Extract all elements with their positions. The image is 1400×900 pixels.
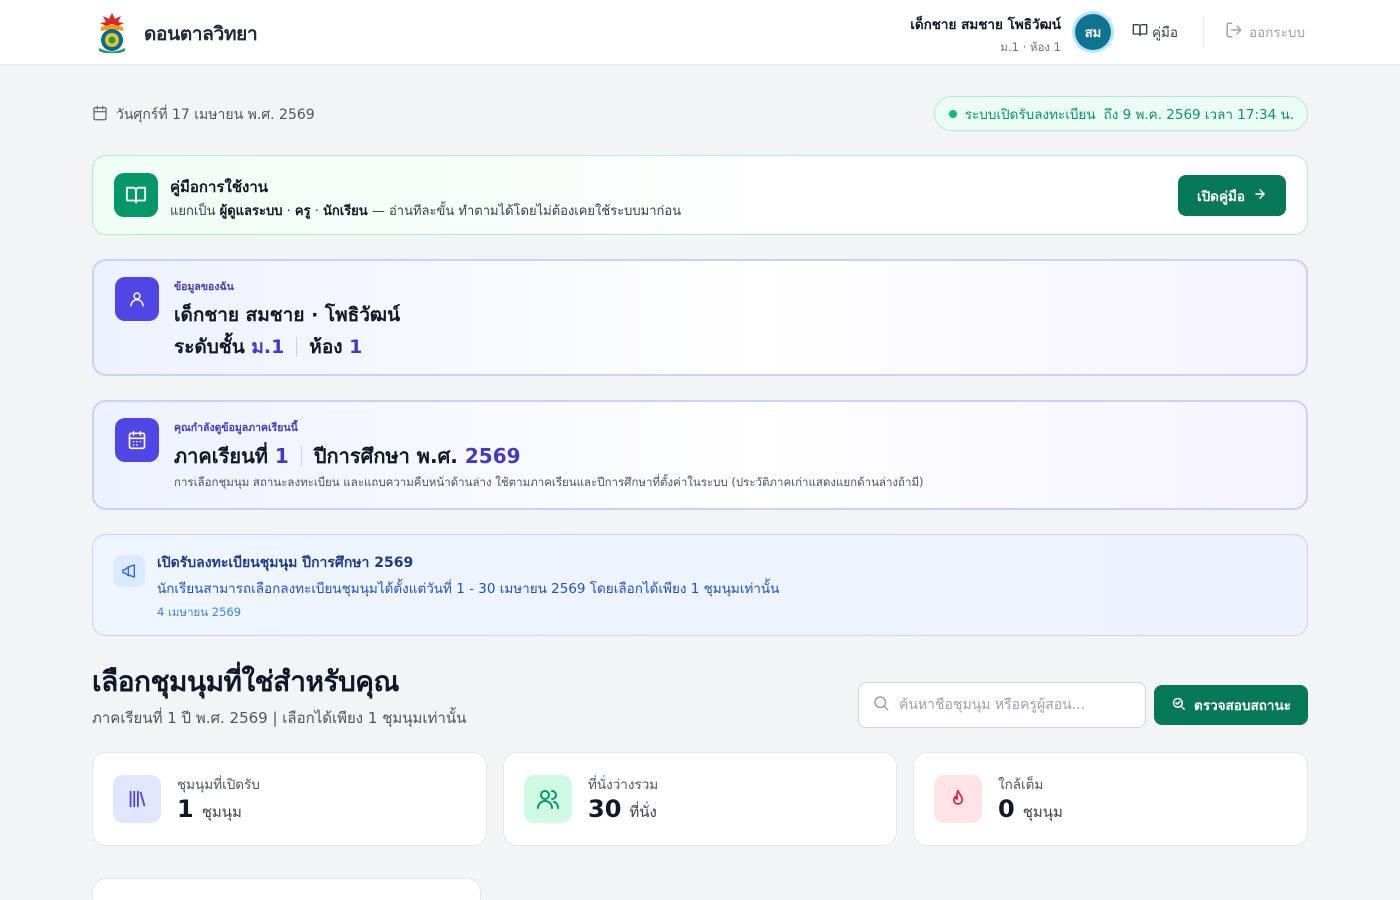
open-manual-button[interactable]: เปิดคู่มือ — [1178, 175, 1286, 216]
separator — [300, 446, 302, 466]
year-value: 2569 — [464, 444, 521, 468]
header-divider — [1203, 16, 1204, 48]
stat-label: ที่นั่งว่างรวม — [588, 777, 659, 793]
term-value: 1 — [274, 444, 289, 468]
library-icon — [113, 775, 161, 823]
check-status-label: ตรวจสอบสถานะ — [1194, 698, 1291, 714]
brand-name[interactable]: ดอนตาลวิทยา — [144, 19, 258, 49]
book-icon — [1132, 22, 1148, 42]
room-label: ห้อง — [309, 336, 343, 358]
stat-unit: ที่นั่ง — [629, 803, 657, 821]
status-deadline: ถึง 9 พ.ค. 2569 เวลา 17:34 น. — [1103, 106, 1294, 123]
announcement-body: นักเรียนสามารถเลือกลงทะเบียนชุมนุมได้ตั้… — [157, 581, 780, 597]
level-label: ระดับชั้น — [174, 336, 245, 358]
header-manual-link[interactable]: คู่มือ — [1132, 21, 1178, 43]
term-note: การเลือกชุมนุม สถานะลงทะเบียน และแถบความ… — [174, 475, 924, 489]
stat-available-seats: ที่นั่งว่างรวม 30 ที่นั่ง — [503, 752, 897, 846]
stat-label: ชุมนุมที่เปิดรับ — [177, 777, 260, 793]
year-label: ปีการศึกษา พ.ศ. — [313, 444, 458, 468]
arrow-right-icon — [1253, 187, 1267, 204]
megaphone-icon — [113, 555, 145, 587]
stat-almost-full: ใกล้เต็ม 0 ชุมนุม — [913, 752, 1308, 846]
announcement-title: เปิดรับลงทะเบียนชุมนุม ปีการศึกษา 2569 — [157, 555, 414, 571]
profile-level-room: ระดับชั้น ม.1 ห้อง 1 — [174, 332, 362, 362]
stat-open-clubs: ชุมนุมที่เปิดรับ 1 ชุมนุม — [92, 752, 487, 846]
flame-icon — [934, 775, 982, 823]
profile-label: ข้อมูลของฉัน — [174, 281, 234, 293]
avatar[interactable]: สม — [1075, 14, 1111, 50]
term-title: ภาคเรียนที่ 1 ปีการศึกษา พ.ศ. 2569 — [174, 440, 521, 472]
user-class: ม.1 · ห้อง 1 — [1000, 40, 1061, 54]
section-subtitle: ภาคเรียนที่ 1 ปี พ.ศ. 2569 | เลือกได้เพี… — [92, 709, 467, 727]
announcement-date: 4 เมษายน 2569 — [157, 605, 242, 619]
profile-name: เด็กชาย สมชาย · โพธิวัฒน์ — [174, 304, 401, 326]
stat-number: 1 — [177, 795, 194, 823]
term-card: คุณกำลังดูข้อมูลภาคเรียนนี้ ภาคเรียนที่ … — [92, 400, 1308, 510]
school-logo[interactable] — [95, 11, 129, 54]
stat-number: 30 — [588, 795, 622, 823]
status-text: ระบบเปิดรับลงทะเบียน — [964, 106, 1096, 123]
top-header: ดอนตาลวิทยา เด็กชาย สมชาย โพธิวัฒน์ ม.1 … — [0, 0, 1400, 65]
term-label: คุณกำลังดูข้อมูลภาคเรียนนี้ — [174, 422, 298, 434]
stat-number: 0 — [998, 795, 1015, 823]
users-icon — [524, 775, 572, 823]
search-check-icon — [1171, 696, 1186, 715]
open-book-icon — [114, 173, 158, 217]
manual-title: คู่มือการใช้งาน — [170, 178, 268, 196]
term-label-text: ภาคเรียนที่ — [174, 444, 268, 468]
room-value: 1 — [349, 336, 363, 358]
level-value: ม.1 — [251, 336, 285, 358]
calendar-icon — [115, 418, 159, 462]
profile-card: ข้อมูลของฉัน เด็กชาย สมชาย · โพธิวัฒน์ ร… — [92, 259, 1308, 376]
user-name: เด็กชาย สมชาย โพธิวัฒน์ — [910, 17, 1061, 33]
logout-icon — [1225, 21, 1243, 43]
separator — [296, 337, 298, 357]
user-info: เด็กชาย สมชาย โพธิวัฒน์ ม.1 · ห้อง 1 — [910, 13, 1061, 57]
status-dot-icon — [948, 109, 957, 118]
stat-unit: ชุมนุม — [201, 803, 242, 821]
search-input[interactable] — [899, 697, 1129, 713]
logout-button[interactable]: ออกระบบ — [1225, 21, 1305, 43]
manual-description: แยกเป็น ผู้ดูแลระบบ · ครู · นักเรียน — อ… — [170, 204, 682, 219]
logout-label: ออกระบบ — [1249, 25, 1306, 41]
stat-unit: ชุมนุม — [1022, 803, 1063, 821]
calendar-icon — [92, 105, 108, 125]
announcement-card: เปิดรับลงทะเบียนชุมนุม ปีการศึกษา 2569 น… — [92, 534, 1308, 636]
manual-card: คู่มือการใช้งาน แยกเป็น ผู้ดูแลระบบ · คร… — [92, 155, 1308, 235]
search-icon — [872, 694, 890, 716]
search-box — [858, 682, 1146, 728]
current-date-text: วันศุกร์ที่ 17 เมษายน พ.ศ. 2569 — [116, 107, 315, 123]
section-title: เลือกชุมนุมที่ใช่สำหรับคุณ — [92, 665, 399, 698]
registration-status-badge: ระบบเปิดรับลงทะเบียน ถึง 9 พ.ค. 2569 เวล… — [933, 96, 1308, 131]
stat-label: ใกล้เต็ม — [998, 777, 1044, 793]
club-card[interactable] — [92, 878, 481, 900]
user-icon — [115, 277, 159, 321]
check-status-button[interactable]: ตรวจสอบสถานะ — [1154, 685, 1308, 725]
header-manual-label: คู่มือ — [1152, 25, 1179, 41]
current-date: วันศุกร์ที่ 17 เมษายน พ.ศ. 2569 — [92, 104, 315, 126]
open-manual-label: เปิดคู่มือ — [1197, 188, 1245, 204]
